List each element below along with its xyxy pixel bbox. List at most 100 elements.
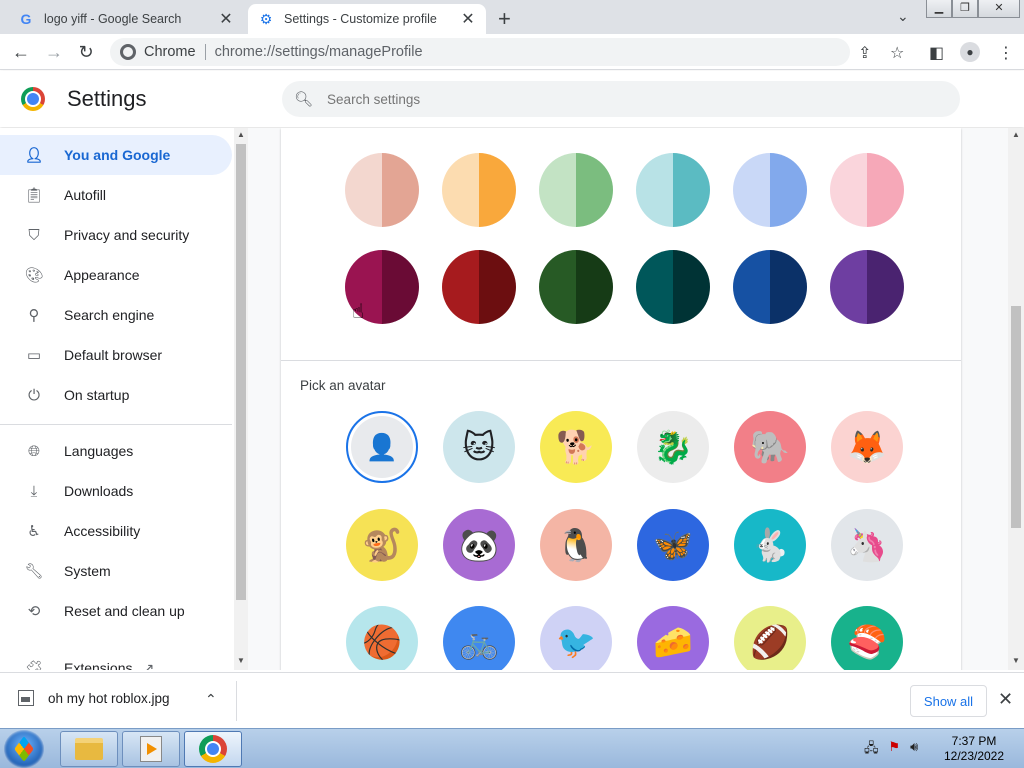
- swatch-half: [382, 153, 419, 227]
- scroll-down-icon[interactable]: ▼: [1009, 656, 1023, 665]
- avatar-panda[interactable]: 🐼: [443, 509, 515, 581]
- tab-search-button[interactable]: ⌄: [897, 8, 909, 25]
- dark-color-swatch[interactable]: [636, 250, 710, 324]
- avatar-cat[interactable]: 🐱: [443, 411, 515, 483]
- light-color-swatch[interactable]: [442, 153, 516, 227]
- dark-color-swatch[interactable]: [539, 250, 613, 324]
- tab-title: logo yiff - Google Search: [44, 12, 182, 26]
- light-color-swatch[interactable]: [345, 153, 419, 227]
- avatar-sushi[interactable]: 🍣: [831, 606, 903, 670]
- avatar-monkey[interactable]: 🐒: [346, 509, 418, 581]
- corgi-icon: 🐕: [556, 429, 596, 465]
- side-panel-icon[interactable]: ◧: [929, 43, 944, 63]
- download-item[interactable]: oh my hot roblox.jpg: [18, 690, 170, 706]
- scrollbar-thumb[interactable]: [236, 144, 246, 600]
- sidebar-scrollbar[interactable]: ▲ ▼: [234, 128, 248, 670]
- avatar-corgi[interactable]: 🐕: [540, 411, 612, 483]
- chrome-icon: [199, 735, 227, 763]
- light-color-swatch[interactable]: [830, 153, 904, 227]
- sidebar-item-privacy[interactable]: ⛉ Privacy and security: [0, 215, 232, 255]
- settings-search[interactable]: 🔍︎: [282, 81, 960, 117]
- share-icon[interactable]: ⇪: [858, 43, 871, 63]
- gear-icon: ⚙: [259, 10, 273, 27]
- light-color-swatch[interactable]: [636, 153, 710, 227]
- profile-avatar-icon[interactable]: ●: [960, 42, 980, 62]
- swatch-half: [382, 250, 419, 324]
- sidebar-item-search-engine[interactable]: ⚲ Search engine: [0, 295, 232, 335]
- avatar-default-avatar[interactable]: 👤: [346, 411, 418, 483]
- sidebar-divider: [0, 424, 232, 425]
- sidebar-item-label: Autofill: [64, 187, 107, 203]
- chevron-up-icon[interactable]: ⌃: [205, 691, 217, 708]
- dark-color-swatch[interactable]: [830, 250, 904, 324]
- sidebar-item-downloads[interactable]: ⤓ Downloads: [0, 471, 232, 511]
- avatar-dragon[interactable]: 🐉: [637, 411, 709, 483]
- avatar-unicorn[interactable]: 🦄: [831, 509, 903, 581]
- globe-icon: 🌐︎: [27, 442, 40, 460]
- avatar-bird[interactable]: 🐦: [540, 606, 612, 670]
- address-bar[interactable]: Chrome chrome://settings/manageProfile: [110, 38, 850, 66]
- card-divider: [281, 360, 961, 361]
- new-tab-button[interactable]: +: [498, 6, 511, 32]
- action-center-icon[interactable]: ⚑: [889, 739, 901, 761]
- reload-button[interactable]: ↻: [74, 40, 98, 64]
- avatar-butterfly[interactable]: 🦋: [637, 509, 709, 581]
- tab-settings[interactable]: ⚙ Settings - Customize profile ✕: [248, 4, 486, 34]
- close-icon[interactable]: ✕: [218, 9, 234, 29]
- panda-icon: 🐼: [459, 527, 499, 563]
- forward-button[interactable]: →: [42, 40, 66, 64]
- avatar-elephant[interactable]: 🐘: [734, 411, 806, 483]
- taskbar-explorer[interactable]: [60, 731, 118, 767]
- dark-color-swatch[interactable]: [442, 250, 516, 324]
- sidebar-item-you-and-google[interactable]: 👤︎ You and Google: [0, 135, 232, 175]
- sidebar-item-accessibility[interactable]: ♿︎ Accessibility: [0, 511, 232, 551]
- avatar-bicycle[interactable]: 🚲: [443, 606, 515, 670]
- scrollbar-thumb[interactable]: [1011, 306, 1021, 528]
- taskbar-chrome[interactable]: [184, 731, 242, 767]
- avatar-fox[interactable]: 🦊: [831, 411, 903, 483]
- sidebar-item-system[interactable]: 🔧︎ System: [0, 551, 232, 591]
- swatch-half: [442, 250, 479, 324]
- maximize-button[interactable]: ❐: [952, 0, 978, 18]
- avatar-rabbit[interactable]: 🐇: [734, 509, 806, 581]
- sidebar-item-languages[interactable]: 🌐︎ Languages: [0, 431, 232, 471]
- window-close-button[interactable]: ✕: [978, 0, 1020, 18]
- close-icon[interactable]: ✕: [460, 9, 476, 29]
- network-icon[interactable]: 🖧︎: [864, 739, 879, 761]
- swatch-half: [673, 250, 710, 324]
- scroll-up-icon[interactable]: ▲: [234, 130, 248, 139]
- sidebar-item-reset[interactable]: ⟲ Reset and clean up: [0, 591, 232, 631]
- sidebar-item-on-startup[interactable]: ⏻ On startup: [0, 375, 232, 415]
- sidebar-item-default-browser[interactable]: ▭ Default browser: [0, 335, 232, 375]
- person-icon: 👤︎: [24, 147, 44, 164]
- dark-color-swatch[interactable]: [733, 250, 807, 324]
- avatar-basketball[interactable]: 🏀: [346, 606, 418, 670]
- scroll-up-icon[interactable]: ▲: [1009, 130, 1023, 139]
- swatch-half: [479, 250, 516, 324]
- back-button[interactable]: ←: [9, 40, 33, 64]
- system-clock[interactable]: 7:37 PM 12/23/2022: [940, 734, 1008, 764]
- light-color-swatch[interactable]: [733, 153, 807, 227]
- avatar-football[interactable]: 🏈: [734, 606, 806, 670]
- bookmark-star-icon[interactable]: ☆: [890, 43, 904, 63]
- avatar-penguin[interactable]: 🐧: [540, 509, 612, 581]
- scroll-down-icon[interactable]: ▼: [234, 656, 248, 665]
- sidebar-item-autofill[interactable]: 📋︎ Autofill: [0, 175, 232, 215]
- taskbar-media-player[interactable]: [122, 731, 180, 767]
- main-scrollbar[interactable]: ▲ ▼: [1008, 128, 1024, 670]
- volume-icon[interactable]: 🔊︎: [910, 739, 918, 761]
- google-icon: G: [20, 11, 32, 27]
- tab-google-search[interactable]: G logo yiff - Google Search ✕: [8, 4, 244, 34]
- minimize-button[interactable]: ▁: [926, 0, 952, 18]
- search-input[interactable]: [327, 91, 928, 107]
- avatar-cheese[interactable]: 🧀: [637, 606, 709, 670]
- light-color-swatch[interactable]: [539, 153, 613, 227]
- close-icon[interactable]: ✕: [998, 689, 1013, 710]
- show-all-button[interactable]: Show all: [910, 685, 987, 717]
- sidebar-item-extensions[interactable]: 🧩︎ Extensions ↗: [0, 648, 232, 671]
- menu-kebab-icon[interactable]: ⋮: [998, 43, 1014, 63]
- start-button[interactable]: [4, 730, 44, 768]
- swatch-half: [539, 153, 576, 227]
- sidebar-item-appearance[interactable]: 🎨︎ Appearance: [0, 255, 232, 295]
- clipboard-icon: 📋︎: [24, 187, 44, 204]
